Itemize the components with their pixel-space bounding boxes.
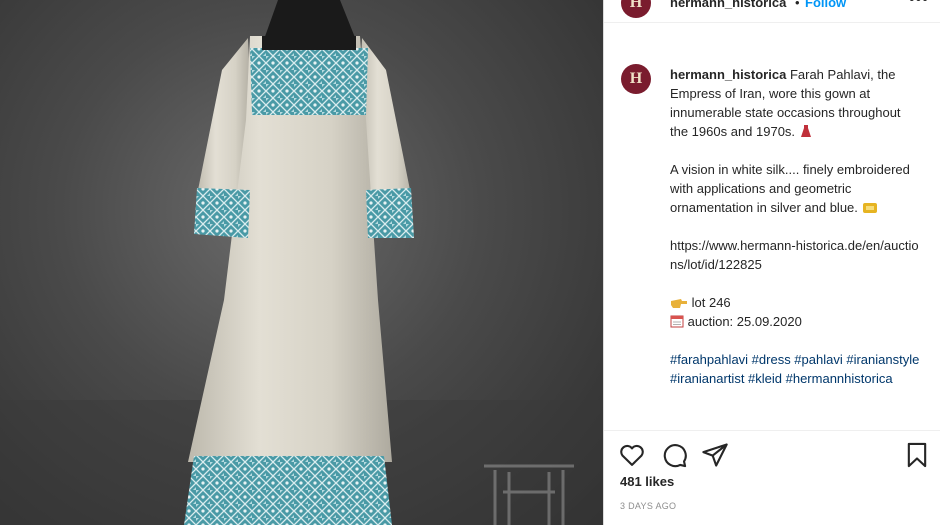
avatar[interactable]: H: [621, 0, 651, 18]
caption-link: https://www.hermann-historica.de/en/auct…: [670, 238, 919, 272]
bookmark-icon[interactable]: [903, 441, 931, 469]
post-image[interactable]: [0, 0, 603, 525]
timestamp[interactable]: 3 DAYS AGO: [620, 501, 676, 511]
calendar-icon: [670, 315, 684, 328]
caption-avatar[interactable]: H: [621, 64, 651, 94]
gown-photo: [0, 0, 603, 525]
heart-icon[interactable]: [618, 441, 646, 469]
neck-embroidery: [250, 48, 368, 115]
hashtags[interactable]: #farahpahlavi #dress #pahlavi #iranianst…: [670, 350, 920, 388]
auction-line: auction: 25.09.2020: [670, 312, 920, 331]
lot-text: lot 246: [691, 295, 731, 310]
post-header: H hermann_historica • Follow •••: [604, 0, 940, 23]
likes-count[interactable]: 481 likes: [620, 474, 674, 489]
follow-button[interactable]: Follow: [805, 0, 846, 10]
caption-para-2: A vision in white silk.... finely embroi…: [670, 160, 920, 217]
caption-intro: hermann_historica Farah Pahlavi, the Emp…: [670, 65, 920, 141]
caption-username[interactable]: hermann_historica: [670, 67, 786, 82]
lot-line: lot 246: [670, 293, 920, 312]
separator-dot: •: [795, 0, 800, 10]
comment-icon[interactable]: [660, 441, 688, 469]
paper-plane-icon[interactable]: [701, 441, 729, 469]
hem-embroidery: [184, 456, 392, 525]
pointing-hand-icon: [671, 299, 687, 308]
header-username[interactable]: hermann_historica: [670, 0, 786, 10]
more-options-icon[interactable]: •••: [909, 0, 929, 9]
auction-text: auction: 25.09.2020: [687, 314, 802, 329]
ticket-emoji-icon: [862, 203, 877, 213]
post-side-panel: H hermann_historica • Follow ••• H herma…: [603, 0, 940, 525]
dress-emoji-icon: [800, 125, 811, 137]
caption: hermann_historica Farah Pahlavi, the Emp…: [670, 65, 920, 407]
